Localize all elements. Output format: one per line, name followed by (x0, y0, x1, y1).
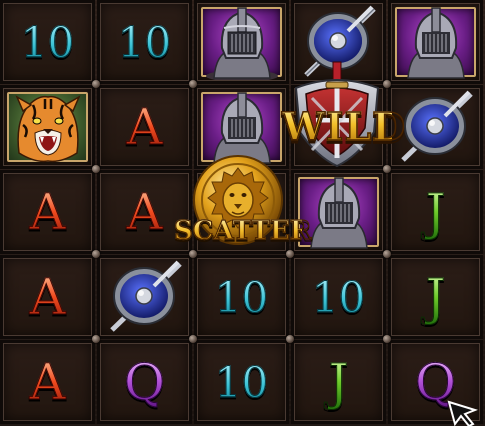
cell-r3-c3: 10 (291, 255, 386, 339)
symbol-a: A (126, 183, 163, 242)
cell-r0-c1: 10 (97, 0, 192, 84)
symbol-q: Q (124, 353, 166, 412)
symbol-ten: 10 (20, 17, 75, 67)
symbol-a: A (29, 353, 66, 412)
cell-r3-c2: 10 (194, 255, 289, 339)
symbol-ten: 10 (117, 17, 172, 67)
reel-grid: 10 10 A A A J A 10 10 J A Q 10 J Q WILD … (0, 0, 485, 426)
tiger-icon (14, 95, 81, 163)
symbol-a: A (29, 268, 66, 327)
symbol-j: J (425, 183, 446, 242)
symbol-j: J (328, 353, 349, 412)
symbol-a: A (126, 98, 163, 157)
gladiator-helmet-icon (406, 7, 465, 79)
frame-stud (92, 165, 100, 173)
cell-r3-c4: J (388, 255, 483, 339)
frame-stud (189, 250, 197, 258)
frame-stud (189, 80, 197, 88)
frame-stud (383, 335, 391, 343)
cell-r4-c2: 10 (194, 340, 289, 424)
cell-r4-c1: Q (97, 340, 192, 424)
wild-label: WILD (281, 103, 407, 150)
frame-stud (286, 250, 294, 258)
cell-r3-c1 (97, 255, 192, 339)
frame-stud (92, 250, 100, 258)
symbol-a: A (29, 183, 66, 242)
symbol-ten: 10 (311, 272, 366, 322)
frame-stud (286, 335, 294, 343)
symbol-ten: 10 (214, 272, 269, 322)
frame-stud (92, 80, 100, 88)
symbol-ten: 10 (214, 357, 269, 407)
cell-r2-c4: J (388, 170, 483, 254)
cell-r0-c4 (388, 0, 483, 84)
cell-r0-c0: 10 (0, 0, 95, 84)
frame-stud (92, 335, 100, 343)
symbol-j: J (425, 268, 446, 327)
shield-icon (400, 90, 473, 162)
cell-r1-c1: A (97, 85, 192, 169)
gladiator-helmet-icon (205, 7, 278, 80)
cell-r1-c0 (0, 85, 95, 169)
pointer-icon (447, 400, 479, 426)
scatter-label: SCATTER (173, 215, 312, 246)
frame-stud (383, 250, 391, 258)
cell-r3-c0: A (0, 255, 95, 339)
cell-r0-c2 (194, 0, 289, 84)
frame-stud (189, 335, 197, 343)
cell-r2-c0: A (0, 170, 95, 254)
cell-r4-c0: A (0, 340, 95, 424)
shield-icon (109, 260, 182, 332)
cell-r4-c3: J (291, 340, 386, 424)
